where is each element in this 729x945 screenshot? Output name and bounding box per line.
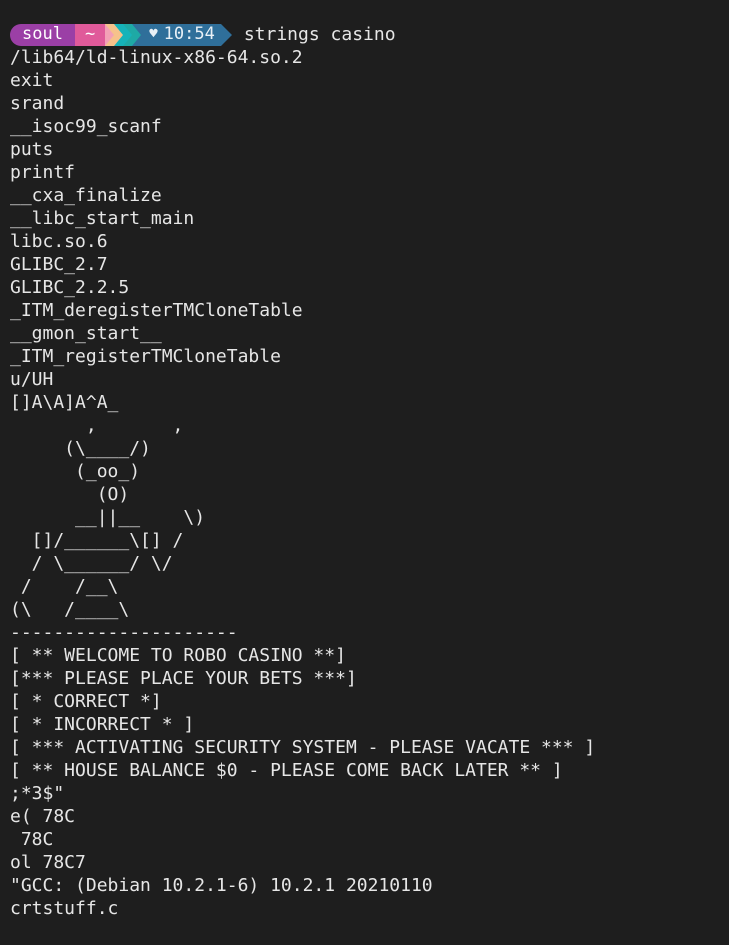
output-line: /lib64/ld-linux-x86-64.so.2 (10, 47, 303, 68)
command-text: strings casino (243, 24, 396, 45)
output-line: --------------------- (10, 622, 238, 643)
output-line: puts (10, 139, 54, 160)
output-line: u/UH (10, 369, 54, 390)
output-line: __||__ \) (10, 507, 206, 528)
output-line: 78C (10, 829, 54, 850)
output-line: __gmon_start__ (10, 323, 162, 344)
prompt-stripe-decoration (105, 23, 115, 46)
prompt-arrow-end (220, 23, 232, 46)
output-line: printf (10, 162, 76, 183)
output-line: exit (10, 70, 54, 91)
output-line: [ * CORRECT *] (10, 691, 162, 712)
output-line: (_oo_) (10, 461, 141, 482)
output-line: _ITM_deregisterTMCloneTable (10, 300, 303, 321)
output-line: []A\A]A^A_ (10, 392, 119, 413)
prompt-stripe-decoration (114, 23, 124, 46)
output-line: GLIBC_2.2.5 (10, 277, 130, 298)
output-line: GLIBC_2.7 (10, 254, 108, 275)
output-line: (\____/) (10, 438, 151, 459)
output-line: / \______/ \/ (10, 553, 173, 574)
output-line: ol 78C7 (10, 852, 86, 873)
output-line: [ *** ACTIVATING SECURITY SYSTEM - PLEAS… (10, 737, 596, 758)
output-line: "GCC: (Debian 10.2.1-6) 10.2.1 20210110 (10, 875, 433, 896)
output-line: __cxa_finalize (10, 185, 162, 206)
output-line: [ ** HOUSE BALANCE $0 - PLEASE COME BACK… (10, 760, 563, 781)
prompt-user-segment: soul (10, 23, 75, 46)
output-line: [ ** WELCOME TO ROBO CASINO **] (10, 645, 346, 666)
output-line: e( 78C (10, 806, 76, 827)
output-line: (\ /____\ (10, 599, 130, 620)
output-line: srand (10, 93, 65, 114)
output-line: , , (10, 415, 184, 436)
terminal-window[interactable]: soul ~ ♥ 10:54 strings casino /lib64/ld-… (0, 0, 729, 945)
output-line: libc.so.6 (10, 231, 108, 252)
output-line: [ * INCORRECT * ] (10, 714, 195, 735)
prompt-time: 10:54 (163, 24, 215, 44)
output-line: crtstuff.c (10, 898, 119, 919)
prompt-time-segment: ♥ 10:54 (141, 23, 221, 46)
output-line: ;*3$" (10, 783, 65, 804)
prompt-directory-segment: ~ (74, 23, 106, 46)
output-line: (O) (10, 484, 130, 505)
output-line: __libc_start_main (10, 208, 195, 229)
output-line: [*** PLEASE PLACE YOUR BETS ***] (10, 668, 357, 689)
shell-prompt: soul ~ ♥ 10:54 strings casino (10, 23, 729, 46)
prompt-stripe-decoration (132, 23, 142, 46)
output-line: / /__\ (10, 576, 119, 597)
heart-icon: ♥ (149, 26, 158, 42)
output-line: _ITM_registerTMCloneTable (10, 346, 281, 367)
output-line: __isoc99_scanf (10, 116, 162, 137)
output-line: []/______\[] / (10, 530, 184, 551)
command-output: /lib64/ld-linux-x86-64.so.2 exit srand __is… (10, 46, 729, 920)
prompt-stripe-decoration (123, 23, 133, 46)
